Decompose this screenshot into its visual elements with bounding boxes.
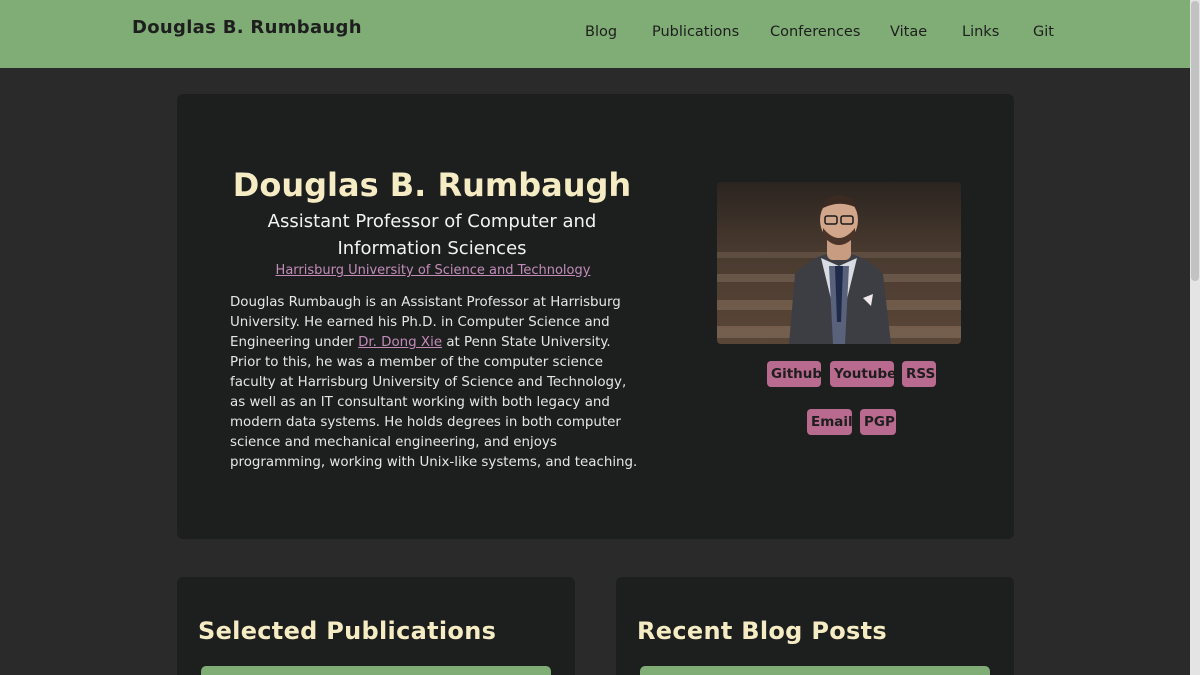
profile-photo	[717, 182, 961, 344]
advisor-link[interactable]: Dr. Dong Xie	[358, 335, 442, 350]
profile-name: Douglas B. Rumbaugh	[232, 166, 632, 204]
nav-link-links[interactable]: Links	[962, 24, 999, 40]
blog-posts-heading: Recent Blog Posts	[637, 617, 887, 645]
profile-photo-illustration	[717, 182, 961, 344]
nav-link-vitae[interactable]: Vitae	[890, 24, 927, 40]
nav-link-git[interactable]: Git	[1033, 24, 1054, 40]
bio-text-end: at Penn State University. Prior to this,…	[230, 335, 638, 470]
profile-card: Douglas B. Rumbaugh Assistant Professor …	[177, 94, 1014, 539]
pgp-link-button[interactable]: PGP	[860, 409, 896, 435]
nav-link-publications[interactable]: Publications	[652, 24, 739, 40]
page: Douglas B. Rumbaugh Blog Publications Co…	[0, 0, 1200, 675]
site-header: Douglas B. Rumbaugh Blog Publications Co…	[0, 0, 1190, 68]
nav-link-blog[interactable]: Blog	[585, 24, 617, 40]
publications-heading: Selected Publications	[198, 617, 497, 645]
page-scrollbar[interactable]	[1190, 0, 1200, 675]
blog-posts-card: Recent Blog Posts	[616, 577, 1014, 675]
email-link-button[interactable]: Email	[807, 409, 853, 435]
nav-link-conferences[interactable]: Conferences	[770, 24, 860, 40]
rss-link-button[interactable]: RSS	[902, 361, 936, 387]
publications-card: Selected Publications	[177, 577, 575, 675]
profile-bio: Douglas Rumbaugh is an Assistant Profess…	[230, 293, 642, 473]
site-title-link[interactable]: Douglas B. Rumbaugh	[132, 17, 362, 38]
youtube-link-button[interactable]: Youtube	[830, 361, 896, 387]
scrollbar-thumb[interactable]	[1191, 1, 1199, 281]
publication-item[interactable]	[201, 666, 551, 675]
blog-post-item[interactable]	[640, 666, 990, 675]
github-link-button[interactable]: Github	[767, 361, 822, 387]
affiliation-link[interactable]: Harrisburg University of Science and Tec…	[177, 263, 689, 278]
profile-role: Assistant Professor of Computer and Info…	[267, 211, 597, 259]
